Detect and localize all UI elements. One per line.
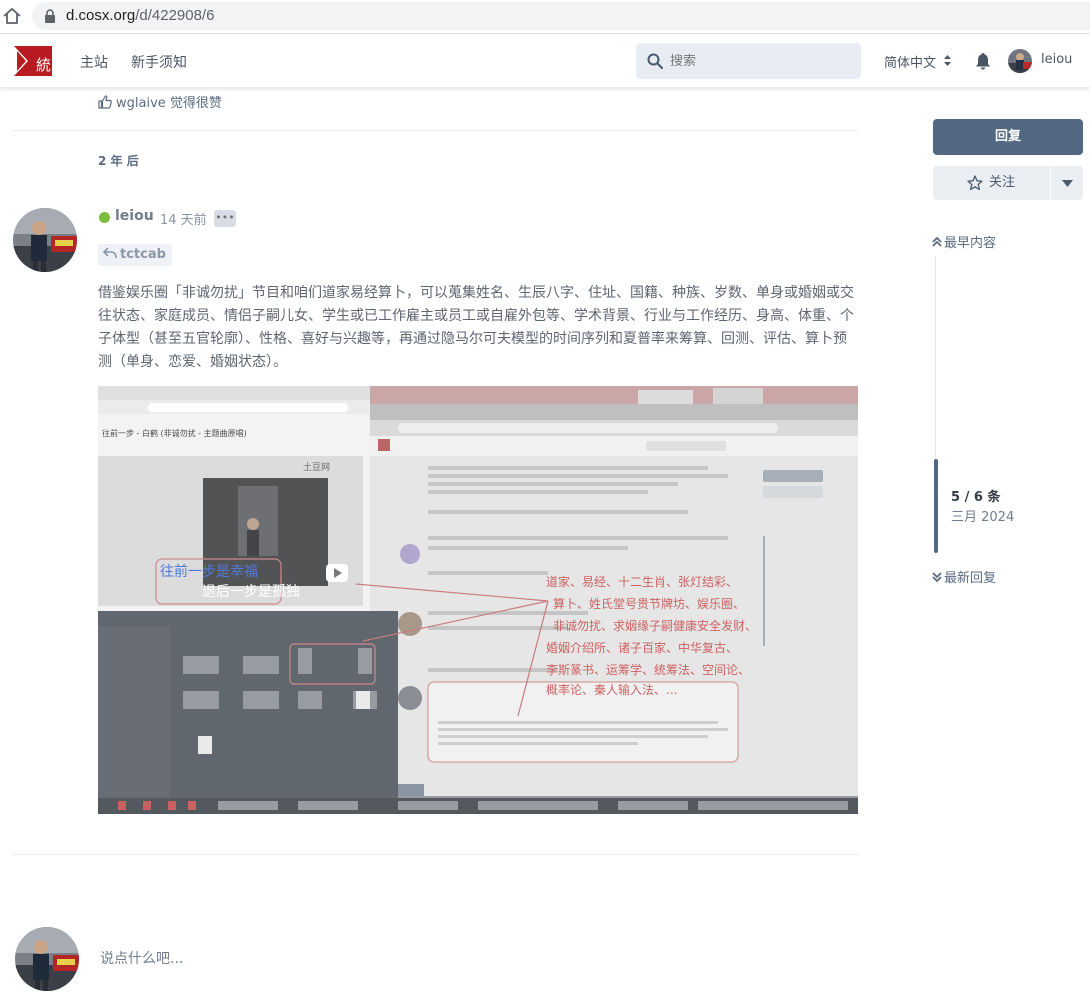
star-icon: [967, 175, 983, 191]
sort-caret-icon[interactable]: [943, 54, 952, 67]
post-menu-button[interactable]: •••: [214, 210, 236, 227]
time-gap-label: 2 年 后: [98, 154, 139, 168]
reply-to-tag[interactable]: tctcab: [98, 244, 172, 266]
reply-arrow-icon: [103, 247, 117, 259]
scrubber-earliest-label: 最早内容: [944, 236, 997, 251]
thumbs-up-icon: [98, 95, 112, 109]
scrubber-latest[interactable]: 最新回复: [932, 567, 996, 586]
caret-down-icon: [1062, 180, 1073, 187]
nav-main-site[interactable]: 主站: [80, 52, 108, 72]
scrubber-earliest[interactable]: 最早内容: [932, 232, 996, 251]
post-author-name[interactable]: leiou: [115, 208, 154, 224]
user-avatar[interactable]: [1008, 49, 1032, 73]
language-selector[interactable]: 简体中文: [884, 52, 936, 71]
reply-to-user: tctcab: [120, 247, 166, 262]
url-path: /d/422908/6: [135, 7, 215, 24]
url-text: d.cosx.org/d/422908/6: [66, 7, 214, 24]
double-chevron-down-icon: [932, 572, 942, 582]
composer-avatar: [15, 927, 79, 991]
scrubber-handle[interactable]: [934, 459, 938, 553]
nav-newbie-guide[interactable]: 新手须知: [131, 52, 187, 72]
likes-line[interactable]: wglaive 觉得很赞: [98, 92, 222, 111]
double-chevron-up-icon: [932, 237, 942, 247]
post-image-canvas: 往前一步 - 白鹤 (非诚勿扰 - 主题曲原唱) 土豆网 往前一步是幸福 退后一…: [98, 386, 858, 814]
scrubber-date: 三月 2024: [951, 510, 1015, 525]
search-box[interactable]: [636, 43, 861, 79]
divider: [13, 854, 858, 855]
url-host: d.cosx.org: [66, 7, 136, 24]
follow-label: 关注: [989, 175, 1016, 190]
bell-icon[interactable]: [975, 52, 991, 70]
online-status-icon: [99, 212, 110, 223]
post-time[interactable]: 14 天前: [160, 209, 207, 228]
post-author-avatar[interactable]: [13, 208, 77, 272]
svg-text:統: 統: [36, 56, 51, 74]
post-body-text: 借鉴娱乐圈「非诚勿扰」节目和咱们道家易经算卜，可以蒐集姓名、生辰八字、住址、国籍…: [98, 285, 854, 370]
search-input[interactable]: [670, 50, 850, 72]
header-username[interactable]: leiou: [1041, 52, 1072, 67]
search-icon: [647, 53, 663, 69]
scrubber-position: 5 / 6 条: [951, 490, 1001, 505]
home-icon[interactable]: [2, 6, 22, 26]
cosx-logo[interactable]: 統: [14, 46, 52, 76]
reply-button[interactable]: 回复: [933, 119, 1083, 155]
site-header: 統 主站 新手须知 简体中文 leiou: [0, 35, 1090, 87]
follow-button[interactable]: 关注: [933, 166, 1050, 200]
browser-address-bar: d.cosx.org/d/422908/6: [0, 0, 1090, 34]
composer-input[interactable]: 说点什么吧...: [100, 948, 183, 968]
divider: [13, 130, 858, 131]
url-field[interactable]: d.cosx.org/d/422908/6: [32, 2, 1090, 30]
lock-icon: [45, 9, 55, 23]
follow-dropdown-button[interactable]: [1050, 166, 1083, 200]
scrubber-latest-label: 最新回复: [944, 571, 997, 586]
post-image[interactable]: 往前一步 - 白鹤 (非诚勿扰 - 主题曲原唱) 土豆网 往前一步是幸福 退后一…: [98, 386, 858, 814]
likes-text: wglaive 觉得很赞: [116, 96, 222, 111]
